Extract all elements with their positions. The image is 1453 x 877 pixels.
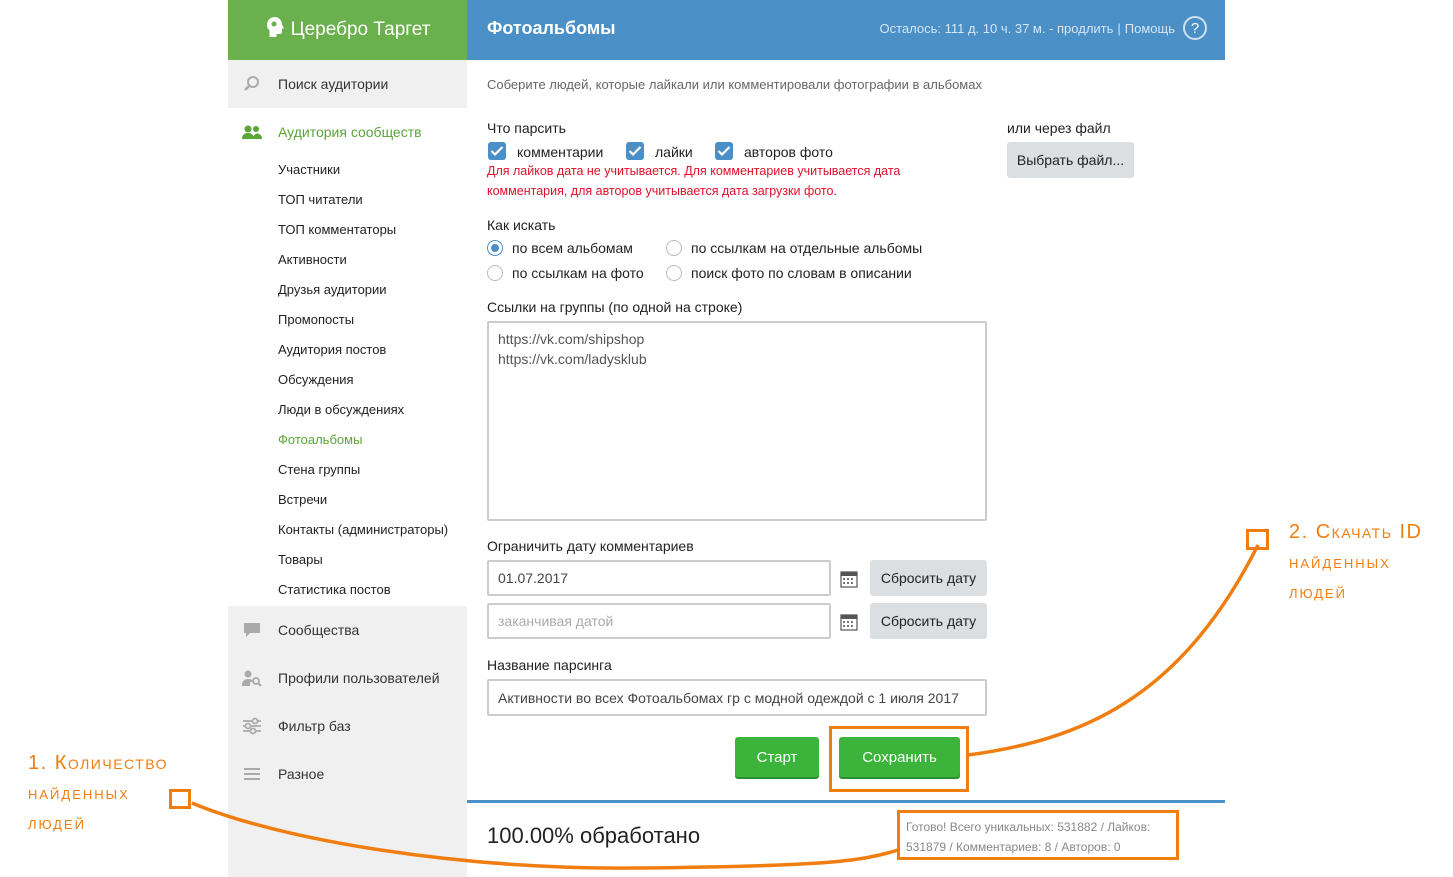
annotation-left-text: 1. Количество найденных людей <box>28 748 168 838</box>
annotation-marker-right <box>1246 529 1269 550</box>
annotation-right-text: 2. Скачать ID найденных людей <box>1289 517 1422 607</box>
annotation-connector-left <box>191 801 899 870</box>
annotation-connector-right <box>967 544 1260 757</box>
annotation-right-line3: людей <box>1289 582 1347 602</box>
annotation-marker-left <box>169 789 191 809</box>
annotation-left-line2: найденных <box>28 783 130 803</box>
annotation-left-line3: людей <box>28 813 86 833</box>
annotation-left-line1: 1. Количество <box>28 752 168 774</box>
annotation-box-result <box>897 810 1179 860</box>
annotation-right-line2: найденных <box>1289 552 1391 572</box>
annotation-connectors <box>191 544 1260 870</box>
annotation-box-save <box>829 726 969 792</box>
annotation-right-line1: 2. Скачать ID <box>1289 521 1423 543</box>
